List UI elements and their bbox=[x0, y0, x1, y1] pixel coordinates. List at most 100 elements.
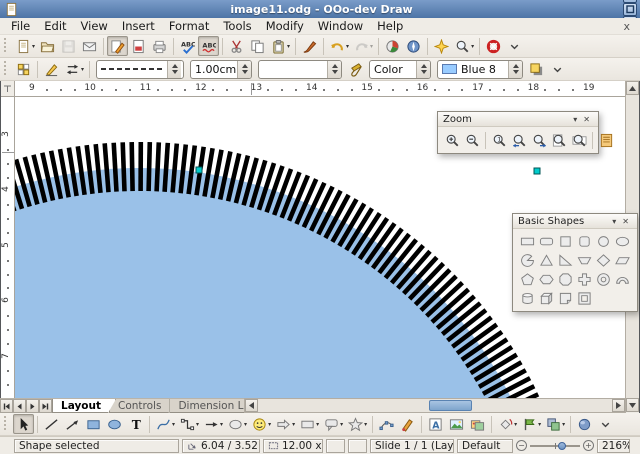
chart-button[interactable] bbox=[382, 36, 403, 56]
callouts-button[interactable]: ▾ bbox=[321, 414, 345, 434]
horizontal-scroll-thumb[interactable] bbox=[429, 400, 472, 411]
previous-page-button[interactable] bbox=[13, 399, 26, 413]
symbol-shapes-button[interactable]: ▾ bbox=[249, 414, 273, 434]
format-paintbrush-button[interactable] bbox=[299, 36, 320, 56]
curve-button[interactable]: ▾ bbox=[153, 414, 177, 434]
area-dialog-button[interactable] bbox=[345, 59, 366, 79]
menu-view[interactable]: View bbox=[74, 18, 115, 34]
zoom-slider-track[interactable] bbox=[530, 445, 580, 447]
toolbar-grip[interactable] bbox=[4, 61, 9, 77]
zoom-optimal-button[interactable] bbox=[596, 130, 616, 150]
zoom-page-button[interactable] bbox=[549, 130, 569, 150]
line-button[interactable] bbox=[41, 414, 62, 434]
paste-button[interactable]: ▾ bbox=[268, 36, 292, 56]
line-color-select[interactable] bbox=[258, 60, 342, 79]
toolbar-options-button[interactable] bbox=[504, 36, 525, 56]
line-ends-arrow-button[interactable] bbox=[62, 414, 83, 434]
shape-cube-button[interactable] bbox=[537, 289, 556, 307]
edit-file-button[interactable] bbox=[107, 36, 128, 56]
zoom-in-button[interactable] bbox=[442, 130, 462, 150]
shape-rectangle-button[interactable] bbox=[518, 232, 537, 250]
shape-cross-button[interactable] bbox=[575, 270, 594, 288]
horizontal-scroll-track[interactable] bbox=[258, 399, 612, 412]
zoom-previous-button[interactable] bbox=[509, 130, 529, 150]
new-document-button[interactable]: ▾ bbox=[13, 36, 37, 56]
copy-button[interactable] bbox=[247, 36, 268, 56]
arrow-style-button[interactable]: ▾ bbox=[62, 59, 86, 79]
zoom-slider-thumb[interactable] bbox=[558, 442, 566, 450]
edit-points-button[interactable] bbox=[376, 414, 397, 434]
menu-window[interactable]: Window bbox=[311, 18, 370, 34]
zoom-next-button[interactable] bbox=[529, 130, 549, 150]
horizontal-scrollbar[interactable] bbox=[244, 398, 626, 413]
insert-picture-button[interactable] bbox=[446, 414, 467, 434]
shape-trapezoid-button[interactable] bbox=[575, 251, 594, 269]
block-arrows-button[interactable]: ▾ bbox=[273, 414, 297, 434]
close-icon[interactable]: ✕ bbox=[580, 115, 593, 124]
connector-button[interactable]: ▾ bbox=[177, 414, 201, 434]
toolbar-grip[interactable] bbox=[4, 416, 9, 432]
menu-edit[interactable]: Edit bbox=[37, 18, 73, 34]
toolbar-options-button[interactable] bbox=[547, 59, 568, 79]
fontwork-button[interactable]: A bbox=[425, 414, 446, 434]
redo-button[interactable]: ▾ bbox=[351, 36, 375, 56]
fill-color-select[interactable]: Blue 8 bbox=[437, 60, 523, 79]
title-bar[interactable]: image11.odg - OOo-dev Draw bbox=[0, 0, 640, 18]
arrange-button[interactable]: ▾ bbox=[543, 414, 567, 434]
gallery-button[interactable] bbox=[467, 414, 488, 434]
display-grid-button[interactable] bbox=[431, 36, 452, 56]
basic-shapes-button[interactable]: ▾ bbox=[225, 414, 249, 434]
alignment-button[interactable]: ▾ bbox=[519, 414, 543, 434]
area-style-select[interactable]: Color bbox=[369, 60, 431, 79]
cut-button[interactable] bbox=[226, 36, 247, 56]
undo-button[interactable]: ▾ bbox=[327, 36, 351, 56]
export-pdf-button[interactable] bbox=[128, 36, 149, 56]
help-button[interactable] bbox=[483, 36, 504, 56]
shape-octagon-button[interactable] bbox=[556, 270, 575, 288]
spellcheck-button[interactable]: ABC bbox=[177, 36, 198, 56]
maximize-button[interactable] bbox=[623, 3, 637, 16]
shape-parallelogram-button[interactable] bbox=[613, 251, 632, 269]
navigator-button[interactable] bbox=[403, 36, 424, 56]
selection-handle[interactable] bbox=[196, 167, 202, 173]
shadow-button[interactable] bbox=[526, 59, 547, 79]
shape-isosceles-triangle-button[interactable] bbox=[537, 251, 556, 269]
select-button[interactable] bbox=[13, 414, 34, 434]
shape-pentagon-button[interactable] bbox=[518, 270, 537, 288]
extrusion-button[interactable] bbox=[574, 414, 595, 434]
shape-rounded-rectangle-button[interactable] bbox=[537, 232, 556, 250]
zoom-in-icon[interactable]: + bbox=[583, 440, 594, 451]
rotate-button[interactable]: ▾ bbox=[495, 414, 519, 434]
menu-insert[interactable]: Insert bbox=[115, 18, 162, 34]
line-style-select[interactable] bbox=[96, 60, 184, 79]
text-button[interactable]: T bbox=[125, 414, 146, 434]
shape-square-button[interactable] bbox=[556, 232, 575, 250]
selection-handle[interactable] bbox=[534, 168, 540, 174]
scroll-right-button[interactable] bbox=[612, 399, 625, 412]
zoom-slider[interactable]: − + bbox=[516, 439, 594, 453]
scroll-down-button[interactable] bbox=[626, 398, 639, 412]
menu-file[interactable]: File bbox=[4, 18, 37, 34]
menu-format[interactable]: Format bbox=[162, 18, 217, 34]
shape-hexagon-button[interactable] bbox=[537, 270, 556, 288]
ellipse-button[interactable] bbox=[104, 414, 125, 434]
toolbar-menu-arrow-icon[interactable]: ▾ bbox=[570, 115, 580, 124]
next-page-button[interactable] bbox=[26, 399, 39, 413]
styles-and-formatting-button[interactable] bbox=[13, 59, 34, 79]
menu-modify[interactable]: Modify bbox=[259, 18, 311, 34]
shape-diamond-button[interactable] bbox=[594, 251, 613, 269]
zoom-out-icon[interactable]: − bbox=[516, 440, 527, 451]
page-tab-layout[interactable]: Layout bbox=[52, 399, 116, 413]
page-tab-controls[interactable]: Controls bbox=[109, 399, 176, 413]
first-page-button[interactable] bbox=[0, 399, 13, 413]
toolbar-grip[interactable] bbox=[4, 38, 9, 54]
close-document-button[interactable]: x bbox=[617, 20, 636, 33]
toolbar-menu-arrow-icon[interactable]: ▾ bbox=[609, 217, 619, 226]
save-button[interactable] bbox=[58, 36, 79, 56]
print-button[interactable] bbox=[149, 36, 170, 56]
close-icon[interactable]: ✕ bbox=[619, 217, 632, 226]
zoom-button[interactable]: ▾ bbox=[452, 36, 476, 56]
lines-and-arrows-button[interactable]: ▾ bbox=[201, 414, 225, 434]
zoom-page-width-button[interactable] bbox=[569, 130, 589, 150]
shape-circle-button[interactable] bbox=[594, 232, 613, 250]
